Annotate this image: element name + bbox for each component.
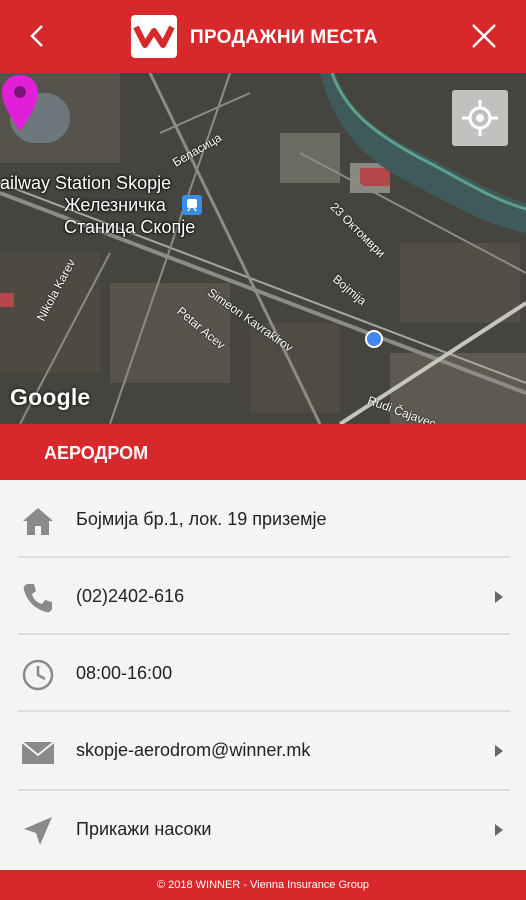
phone-number[interactable]: (02)2402-616 [76, 586, 184, 607]
directions-row[interactable]: Прикажи насоки [0, 791, 526, 868]
address-row: Бојмија бр.1, лок. 19 приземје [0, 481, 526, 558]
page-title: ПРОДАЖНИ МЕСТА [190, 27, 378, 48]
google-attribution: Google [10, 384, 91, 410]
location-name: АЕРОДРОМ [44, 443, 149, 463]
address-text: Бојмија бр.1, лок. 19 приземје [76, 509, 327, 529]
my-location-icon [462, 100, 498, 136]
footer-copyright: © 2018 WINNER - Vienna Insurance Group [156, 879, 370, 891]
chevron-right-icon [495, 591, 503, 603]
winner-logo [131, 15, 177, 58]
phone-icon [23, 584, 52, 613]
map-label-station-en: ailway Station Skopje [0, 173, 172, 193]
show-directions[interactable]: Прикажи насоки [76, 819, 211, 840]
chevron-left-icon[interactable] [22, 20, 54, 52]
map-label-station-mk-2: Станица Скопје [64, 217, 196, 237]
my-location-button[interactable] [452, 90, 508, 146]
footer: © 2018 WINNER - Vienna Insurance Group [0, 870, 526, 900]
location-name-bar: АЕРОДРОМ [0, 424, 526, 480]
top-app-bar: ПРОДАЖНИ МЕСТА [0, 0, 526, 73]
close-icon[interactable] [470, 22, 498, 50]
phone-row[interactable]: (02)2402-616 [0, 558, 526, 635]
email-icon [21, 741, 55, 764]
train-station-icon [182, 195, 202, 215]
email-address[interactable]: skopje-aerodrom@winner.mk [76, 740, 310, 761]
email-row[interactable]: skopje-aerodrom@winner.mk [0, 712, 526, 789]
current-location-dot [365, 330, 383, 348]
map-label-station-mk-1: Железничка [64, 195, 166, 215]
navigation-arrow-icon [24, 817, 52, 845]
map-view[interactable]: ailway Station Skopje Железничка Станица… [0, 73, 526, 424]
chevron-right-icon [495, 745, 503, 757]
location-pin-icon[interactable] [0, 73, 40, 135]
home-icon [23, 508, 53, 535]
hours-row: 08:00-16:00 [0, 635, 526, 712]
chevron-right-icon [495, 824, 503, 836]
opening-hours: 08:00-16:00 [76, 663, 173, 683]
clock-icon [22, 659, 54, 691]
